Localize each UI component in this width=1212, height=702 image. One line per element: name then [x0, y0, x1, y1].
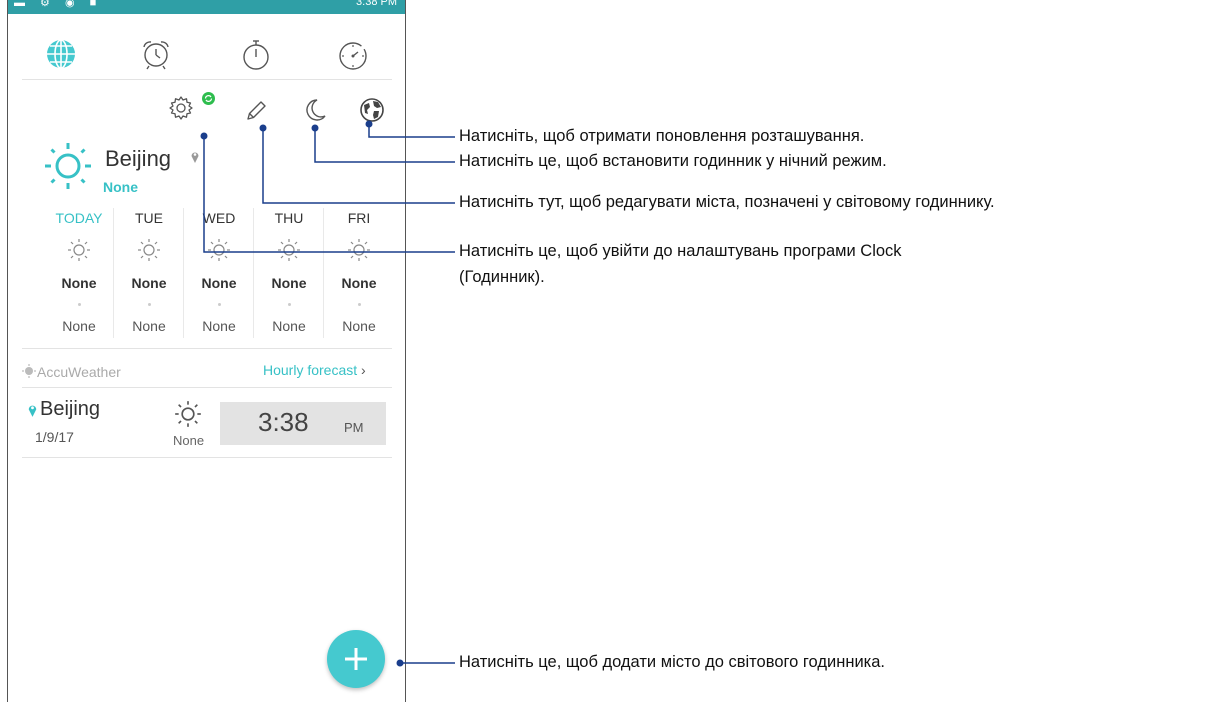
callout-location: Натисніть, щоб отримати поновлення розта… [459, 127, 865, 145]
callout-add: Натисніть це, щоб додати місто до світов… [459, 653, 886, 671]
callout-dot [259, 124, 267, 132]
callout-dot [311, 124, 319, 132]
callout-dot [200, 132, 208, 140]
callout-edit: Натисніть тут, щоб редагувати міста, поз… [459, 193, 995, 211]
callout-line-edit [262, 128, 455, 204]
callout-line-settings [203, 136, 455, 253]
callout-line-location [368, 124, 455, 138]
callout-night: Натисніть це, щоб встановити годинник у … [459, 152, 887, 170]
callout-settings-line1: Натисніть це, щоб увійти до налаштувань … [459, 242, 902, 260]
callout-lines [200, 120, 455, 667]
callout-settings-line2: (Годинник). [459, 268, 545, 286]
callout-line-night [314, 128, 455, 163]
callout-dot [365, 120, 373, 128]
callout-dot [396, 659, 404, 667]
